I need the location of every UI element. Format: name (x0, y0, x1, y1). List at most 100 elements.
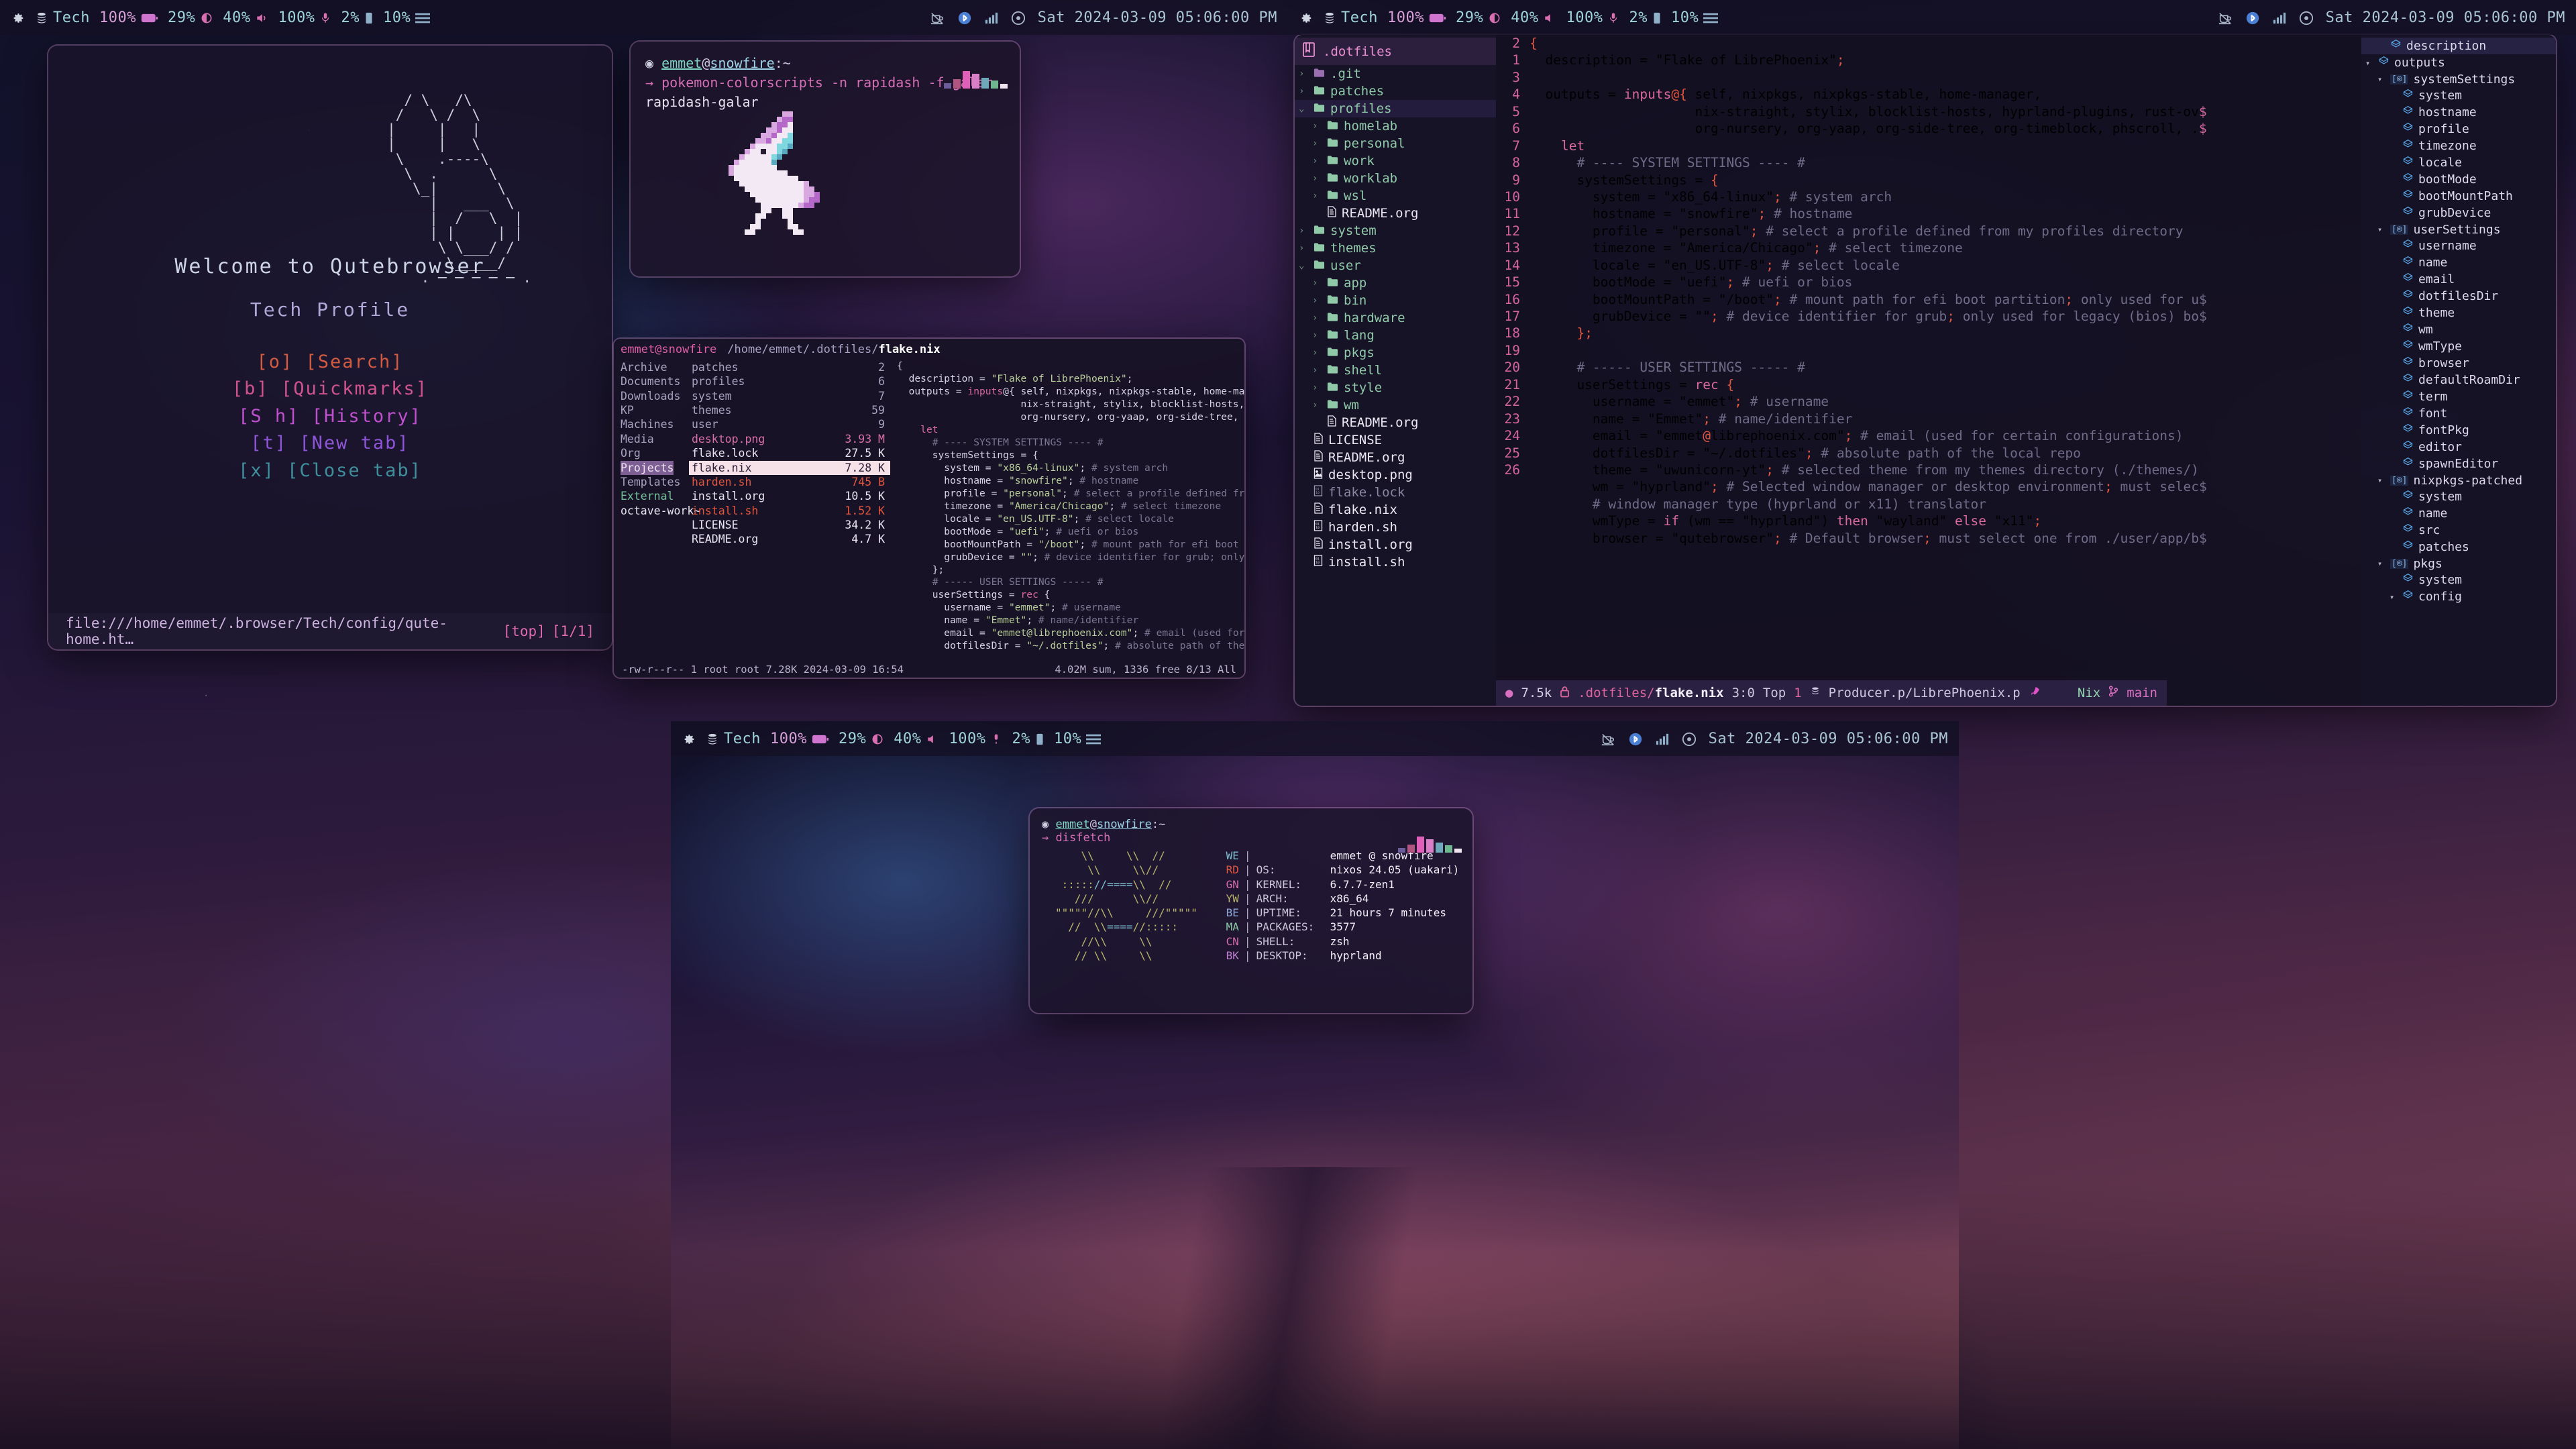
qute-menu-newtab[interactable]: [t] [New tab] (174, 430, 485, 458)
outline-item-theme[interactable]: theme (2361, 305, 2556, 321)
code-line[interactable]: systemSettings = { (1529, 172, 2361, 189)
ranger-file-row[interactable]: README.org 4.7 K (689, 532, 890, 546)
code-line[interactable]: # ---- SYSTEM SETTINGS ---- # (1529, 154, 2361, 171)
chevron-icon[interactable]: › (1312, 382, 1322, 393)
outline-item-name[interactable]: name (2361, 254, 2556, 271)
chevron-icon[interactable]: › (1312, 347, 1322, 358)
triangle-icon[interactable]: ▾ (2377, 559, 2385, 568)
treemacs-item-themes[interactable]: › themes (1295, 239, 1496, 257)
ranger-file-row[interactable]: install.sh 1.52 K (689, 504, 890, 518)
cpu-indicator-right[interactable]: 10% (1671, 9, 1719, 26)
bluetooth-icon-right[interactable] (2245, 9, 2260, 26)
outline-item-defaultRoamDir[interactable]: defaultRoamDir (2361, 372, 2556, 388)
code-line[interactable]: let (1529, 138, 2361, 154)
emacs-code-view[interactable]: 2 1 3 4 5 6 7 8 9 10 11 12 13 14 15 16 17 18 19 20 21 22 23 24 2… (1496, 35, 2361, 547)
menu-icon-bottom[interactable] (1086, 731, 1102, 747)
outline-item-system[interactable]: system (2361, 488, 2556, 505)
code-line[interactable]: username = "emmet"; # username (1529, 393, 2361, 410)
chevron-icon[interactable]: › (1312, 330, 1322, 341)
emacs-editor-main[interactable]: 2 1 3 4 5 6 7 8 9 10 11 12 13 14 15 16 17 18 19 20 21 22 23 24 2… (1496, 35, 2361, 706)
ranger-file-row[interactable]: system 7 (689, 389, 890, 403)
code-line[interactable]: outputs = inputs@{ self, nixpkgs, nixpkg… (1529, 86, 2361, 103)
ranger-parent-column[interactable]: Archive Documents Downloads KP Machines Media… (614, 360, 700, 653)
treemacs-item-lang[interactable]: › lang (1295, 327, 1496, 344)
outline-item-timezone[interactable]: timezone (2361, 138, 2556, 154)
wifi-signal-icon-bottom[interactable] (1655, 731, 1670, 747)
ranger-parent-item[interactable]: KP (621, 403, 689, 417)
menu-icon[interactable] (415, 9, 431, 26)
outline-item-config[interactable]: ▾ config (2361, 588, 2556, 605)
outline-item-userSettings[interactable]: ▾ [⌾] userSettings (2361, 221, 2556, 237)
code-line[interactable]: userSettings = rec { (1529, 376, 2361, 393)
qute-menu-history[interactable]: [S h] [History] (174, 403, 485, 431)
code-line[interactable]: name = "Emmet"; # name/identifier (1529, 411, 2361, 427)
status-bar-bottom[interactable]: Tech 100% 29% 40% 100% 2% 10% Sat 2024-0… (671, 721, 1959, 756)
treemacs-item-homelab[interactable]: › homelab (1295, 117, 1496, 135)
code-line[interactable]: theme = "uwunicorn-yt"; # selected theme… (1529, 462, 2361, 478)
emacs-modeline[interactable]: ● 7.5k .dotfiles/flake.nix 3:0 Top 1 Pro… (1496, 680, 2167, 706)
code-line[interactable]: org-nursery, org-yaap, org-side-tree, or… (1529, 120, 2361, 137)
ranger-parent-item[interactable]: Documents (621, 374, 689, 388)
qutebrowser-statusbar[interactable]: file:///home/emmet/.browser/Tech/config/… (48, 613, 612, 649)
gear-icon-right[interactable] (1299, 9, 1313, 26)
outline-item-outputs[interactable]: ▾ outputs (2361, 54, 2556, 71)
treemacs-item-work[interactable]: › work (1295, 152, 1496, 170)
ranger-parent-item[interactable]: Downloads (621, 389, 689, 403)
workspace-indicator-right[interactable]: Tech (1323, 9, 1378, 26)
volume-indicator[interactable]: 40% (223, 9, 268, 26)
triangle-icon[interactable]: ▾ (2377, 225, 2385, 234)
gear-icon[interactable] (11, 9, 25, 26)
coffee-off-icon-bottom[interactable] (1600, 731, 1616, 747)
code-line[interactable]: # ----- USER SETTINGS ----- # (1529, 359, 2361, 376)
treemacs-item-desktop-png[interactable]: desktop.png (1295, 466, 1496, 484)
system-tray-left[interactable]: Sat 2024-03-09 05:06:00 PM (929, 9, 1277, 26)
code-line[interactable]: locale = "en_US.UTF-8"; # select locale (1529, 257, 2361, 274)
volume-indicator-bottom[interactable]: 40% (894, 731, 939, 747)
outline-item-spawnEditor[interactable]: spawnEditor (2361, 455, 2556, 472)
coffee-off-icon[interactable] (929, 9, 945, 26)
treemacs-item-README-org[interactable]: README.org (1295, 414, 1496, 431)
treemacs-item-harden-sh[interactable]: 01 10 harden.sh (1295, 519, 1496, 536)
ranger-file-row[interactable]: harden.sh 745 B (689, 475, 890, 489)
treemacs-item-app[interactable]: › app (1295, 274, 1496, 292)
treemacs-item-profiles[interactable]: ⌄ profiles (1295, 100, 1496, 117)
treemacs-item-patches[interactable]: › patches (1295, 83, 1496, 100)
status-bar-right[interactable]: Tech 100% 29% 40% 100% 2% 10% Sat 2024-0… (1288, 0, 2576, 35)
ranger-file-row[interactable]: themes 59 (689, 403, 890, 417)
ranger-parent-item[interactable]: Media (621, 432, 689, 446)
outline-item-description[interactable]: description (2361, 38, 2556, 54)
chevron-icon[interactable]: › (1312, 400, 1322, 411)
treemacs-item-style[interactable]: › style (1295, 379, 1496, 396)
outline-item-wmType[interactable]: wmType (2361, 338, 2556, 355)
treemacs-item--git[interactable]: › .git (1295, 65, 1496, 83)
outline-item-term[interactable]: term (2361, 388, 2556, 405)
ranger-file-row[interactable]: profiles 6 (689, 374, 890, 388)
outline-item-locale[interactable]: locale (2361, 154, 2556, 171)
system-tray-bottom[interactable]: Sat 2024-03-09 05:06:00 PM (1600, 731, 1948, 747)
emacs-window[interactable]: .dotfiles › .git › patches ⌄ profiles › homelab… (1295, 35, 2556, 706)
outline-item-editor[interactable]: editor (2361, 439, 2556, 455)
ranger-file-row[interactable]: install.org 10.5 K (689, 489, 890, 503)
chevron-icon[interactable]: › (1312, 313, 1322, 323)
outline-item-bootMountPath[interactable]: bootMountPath (2361, 188, 2556, 205)
code-line[interactable]: }; (1529, 325, 2361, 341)
code-line[interactable]: browser = "qutebrowser"; # Default brows… (1529, 530, 2361, 547)
bluetooth-icon-bottom[interactable] (1628, 731, 1643, 747)
outline-item-name[interactable]: name (2361, 505, 2556, 522)
code-line[interactable]: dotfilesDir = "~/.dotfiles"; # absolute … (1529, 445, 2361, 462)
status-bar-left[interactable]: Tech 100% 29% 40% 100% 2% 10% Sat 2024-0… (0, 0, 1288, 35)
outline-item-email[interactable]: email (2361, 271, 2556, 288)
chevron-icon[interactable]: › (1299, 225, 1308, 236)
treemacs-item-README-org[interactable]: README.org (1295, 205, 1496, 222)
workspace-indicator-bottom[interactable]: Tech (706, 731, 761, 747)
ranger-parent-item[interactable]: External (621, 489, 689, 503)
outline-item-src[interactable]: src (2361, 522, 2556, 539)
code-line[interactable]: bootMode = "uefi"; # uefi or bios (1529, 274, 2361, 290)
memory-indicator-bottom[interactable]: 2% (1012, 731, 1044, 747)
memory-indicator[interactable]: 2% (341, 9, 374, 26)
chevron-icon[interactable]: › (1299, 243, 1308, 254)
ranger-file-row[interactable]: user 9 (689, 417, 890, 431)
cpu-indicator[interactable]: 10% (383, 9, 431, 26)
code-line[interactable]: system = "x86_64-linux"; # system arch (1529, 189, 2361, 205)
outline-item-list[interactable]: description ▾ outputs ▾ [⌾] systemSettings sys… (2361, 38, 2556, 605)
